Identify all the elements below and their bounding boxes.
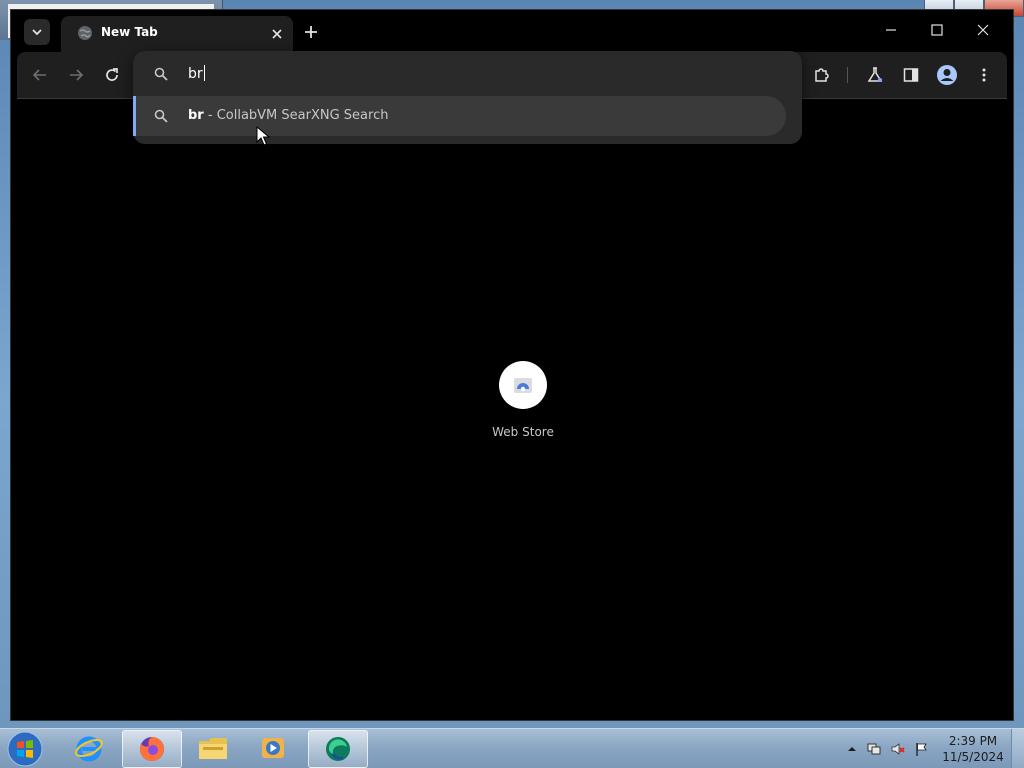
- system-tray: 2:39 PM 11/5/2024: [840, 729, 1024, 768]
- start-button[interactable]: [5, 730, 45, 768]
- reload-button[interactable]: [101, 64, 123, 86]
- media-player-icon: [262, 738, 284, 758]
- edge-icon: [326, 737, 350, 761]
- taskbar-media-player[interactable]: [244, 730, 302, 766]
- suggestion-separator: -: [203, 108, 217, 123]
- shortcut-tile: [499, 361, 547, 409]
- taskbar-clock[interactable]: 2:39 PM 11/5/2024: [938, 733, 1008, 765]
- taskbar-internet-explorer[interactable]: [60, 730, 118, 766]
- maximize-icon[interactable]: [925, 20, 949, 40]
- new-tab-page: Web Store: [17, 99, 1005, 711]
- toolbar-separator: [847, 67, 848, 83]
- profile-button[interactable]: [936, 64, 958, 86]
- reload-icon: [106, 68, 118, 81]
- extensions-button[interactable]: [811, 64, 833, 86]
- suggestion-text: br - CollabVM SearXNG Search: [188, 108, 388, 123]
- clock-date: 11/5/2024: [942, 750, 1004, 764]
- text-caret: [203, 65, 205, 81]
- kebab-menu-icon: [982, 68, 986, 82]
- folder-icon: [199, 738, 227, 759]
- side-panel-icon: [903, 68, 919, 82]
- action-center-flag-icon[interactable]: [914, 741, 930, 757]
- chevron-down-icon: [32, 29, 42, 36]
- search-icon: [154, 109, 168, 123]
- arrow-right-icon: [70, 69, 84, 81]
- labs-button[interactable]: [864, 64, 886, 86]
- close-window-icon[interactable]: [971, 20, 995, 40]
- taskbar-edge[interactable]: [308, 730, 368, 768]
- suggestion-engine: CollabVM SearXNG Search: [216, 108, 389, 123]
- windows-orb-icon: [7, 731, 43, 767]
- minimize-icon[interactable]: [879, 20, 903, 40]
- forward-button[interactable]: [65, 64, 87, 86]
- profile-avatar-icon: [937, 65, 957, 85]
- show-desktop-button[interactable]: [1011, 729, 1024, 768]
- volume-muted-icon[interactable]: [890, 741, 906, 757]
- omnibox-popup: br br - CollabVM SearXNG Search: [133, 51, 802, 144]
- menu-button[interactable]: [973, 64, 995, 86]
- shortcut-label: Web Store: [492, 425, 554, 439]
- flask-icon: [867, 67, 883, 82]
- tab-new-tab[interactable]: New Tab: [61, 16, 293, 52]
- side-panel-button[interactable]: [900, 64, 922, 86]
- omnibox-suggestion[interactable]: br - CollabVM SearXNG Search: [133, 96, 786, 136]
- taskbar: 2:39 PM 11/5/2024: [0, 728, 1024, 768]
- taskbar-file-explorer[interactable]: [184, 730, 242, 766]
- suggestion-query: br: [188, 108, 204, 123]
- globe-icon: [78, 26, 92, 40]
- address-bar-text: br: [188, 66, 203, 82]
- puzzle-icon: [815, 68, 829, 82]
- network-icon[interactable]: [866, 741, 882, 757]
- firefox-icon: [139, 737, 164, 761]
- close-tab-icon[interactable]: [269, 26, 285, 42]
- suggestion-focus-indicator: [133, 96, 136, 136]
- internet-explorer-icon: [75, 736, 103, 762]
- address-bar-input[interactable]: br: [188, 63, 748, 85]
- clock-time: 2:39 PM: [948, 734, 998, 748]
- browser-window: New Tab Web Store br br - CollabVM SearX…: [11, 10, 1013, 720]
- show-hidden-icons-icon[interactable]: [844, 741, 860, 757]
- web-store-icon: [514, 378, 532, 393]
- new-tab-plus-icon[interactable]: [301, 22, 321, 42]
- tab-search-button[interactable]: [24, 19, 50, 45]
- arrow-left-icon: [32, 69, 46, 81]
- tab-title: New Tab: [101, 25, 158, 39]
- taskbar-firefox[interactable]: [122, 730, 182, 768]
- mouse-cursor-icon: [256, 126, 270, 146]
- search-icon: [154, 67, 168, 81]
- back-button[interactable]: [29, 64, 51, 86]
- shortcut-web-store[interactable]: Web Store: [483, 361, 563, 439]
